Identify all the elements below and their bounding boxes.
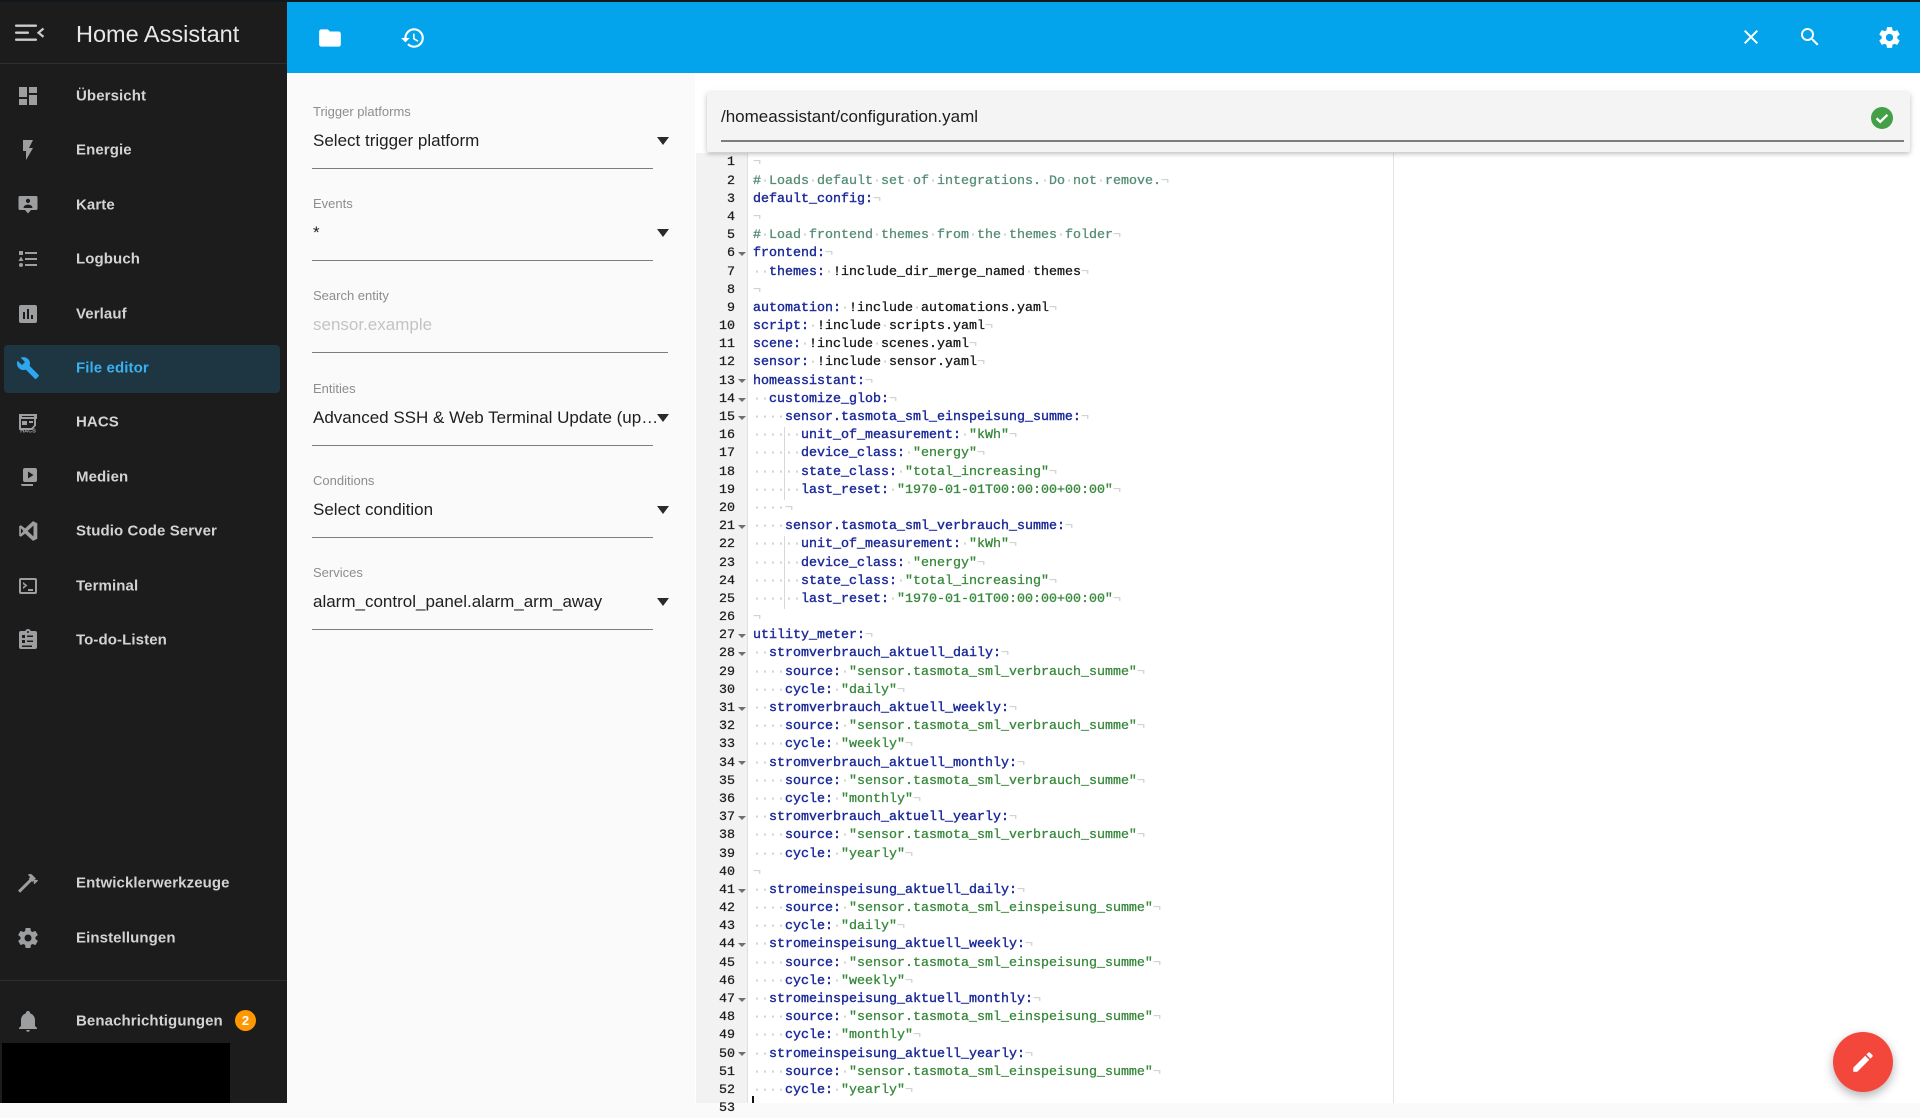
svg-text:HACS: HACS [20,429,36,434]
